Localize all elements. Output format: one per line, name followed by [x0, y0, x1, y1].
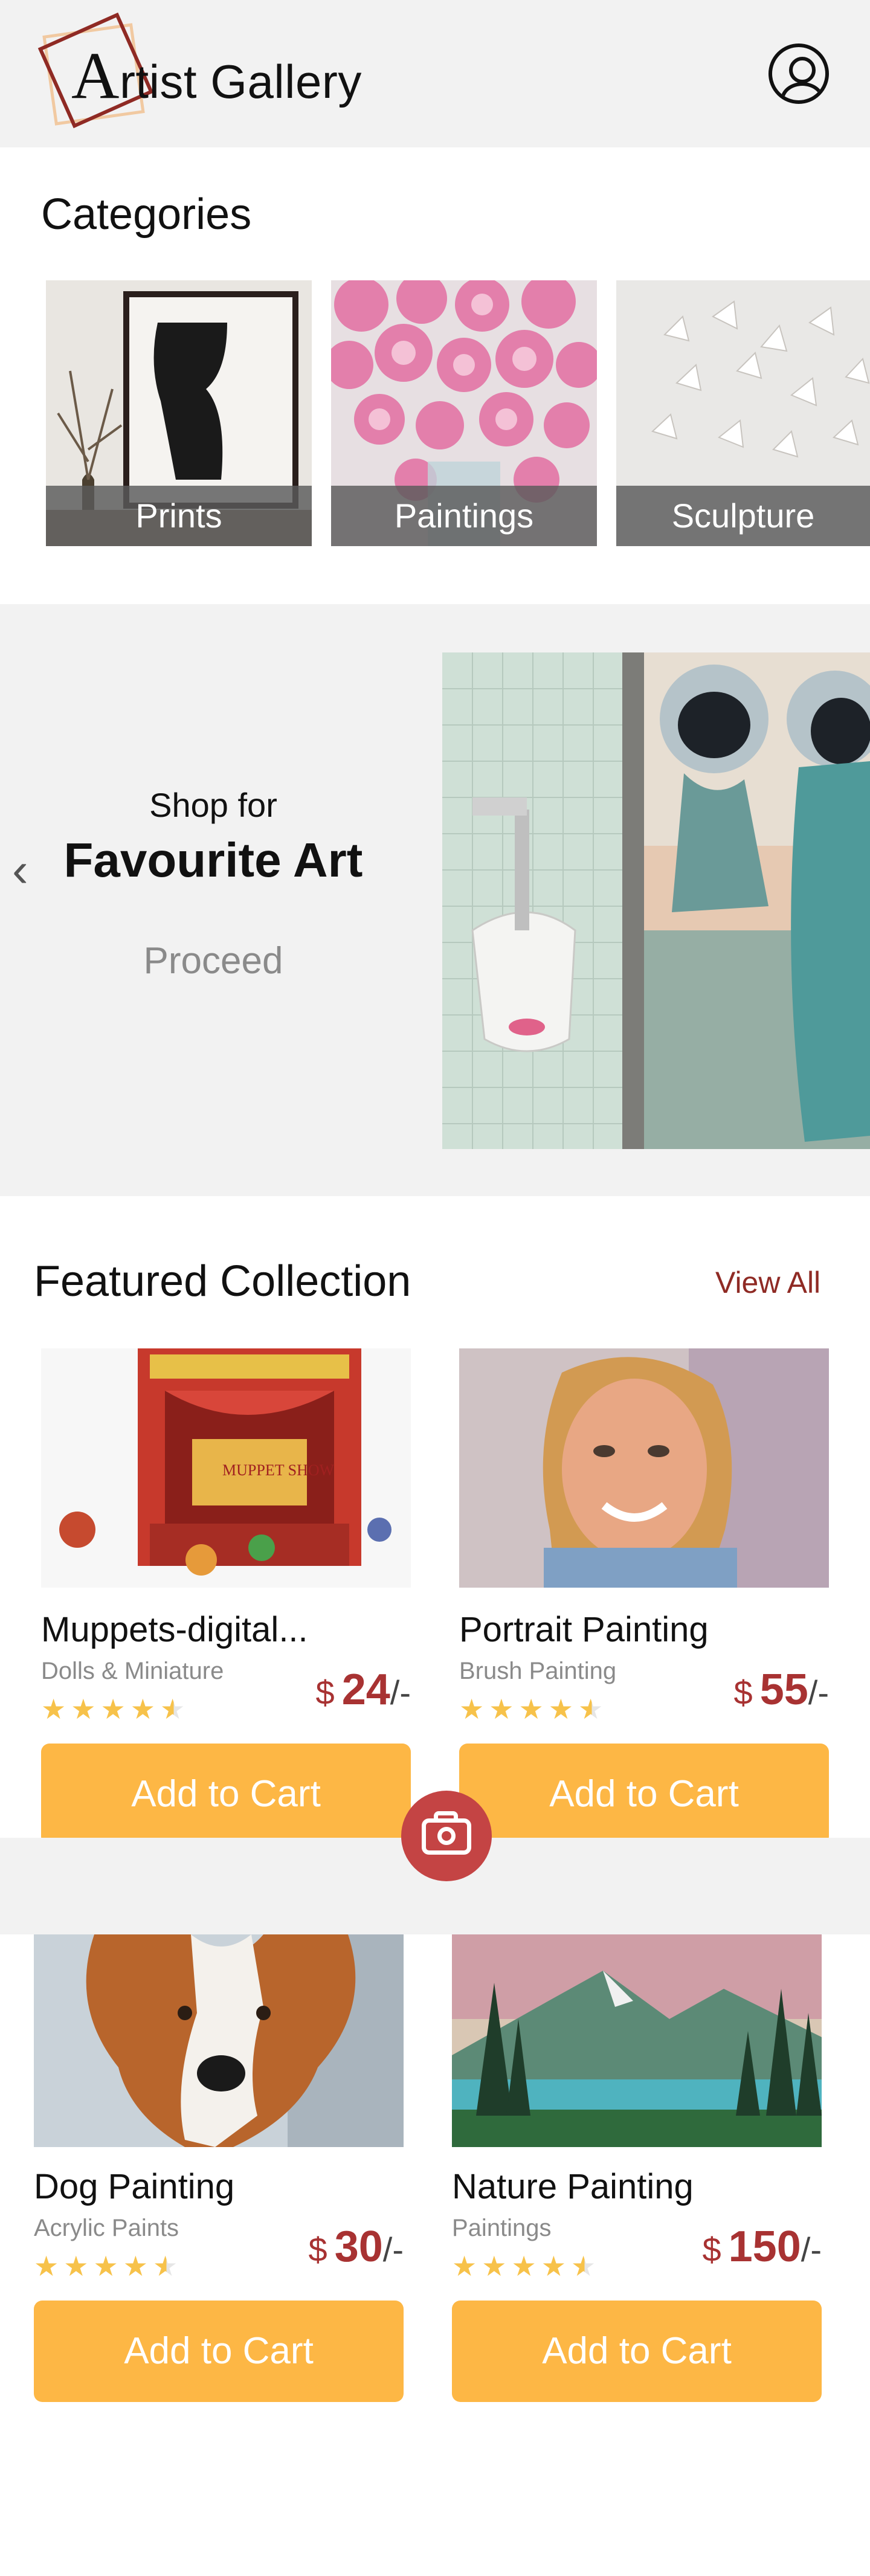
add-to-cart-button[interactable]: Add to Cart — [452, 2301, 822, 2402]
logo-name: rtist Gallery — [119, 55, 362, 108]
product-category: Acrylic Paints — [34, 2215, 179, 2241]
product-name[interactable]: Nature Painting — [452, 2166, 694, 2207]
product-image[interactable]: MUPPET SHOW — [41, 1348, 411, 1588]
star-icon: ★ — [130, 1693, 155, 1725]
star-icon: ★ — [482, 2250, 507, 2282]
logo-initial: A — [71, 39, 120, 112]
star-icon: ★ — [100, 1693, 126, 1725]
add-to-cart-button[interactable]: Add to Cart — [459, 1744, 829, 1845]
category-label: Paintings — [331, 486, 597, 546]
category-label: Sculpture — [616, 486, 870, 546]
star-icon: ★ — [459, 1693, 485, 1725]
half-star-icon: ★ — [571, 2250, 596, 2282]
proceed-link[interactable]: Proceed — [0, 939, 427, 982]
price-value: 24 — [341, 1666, 390, 1714]
product-price: $55/- — [684, 1665, 829, 1715]
product-name[interactable]: Portrait Painting — [459, 1609, 709, 1650]
product-price: $150/- — [677, 2222, 822, 2272]
product-image[interactable] — [34, 1934, 404, 2147]
add-to-cart-button[interactable]: Add to Cart — [41, 1744, 411, 1845]
price-currency: $ — [308, 2230, 327, 2268]
category-label: Prints — [46, 486, 312, 546]
rating-stars: ★ ★ ★ ★ ★ — [459, 1695, 603, 1723]
star-icon: ★ — [518, 1693, 544, 1725]
product-image[interactable] — [452, 1934, 822, 2147]
price-value: 55 — [759, 1666, 808, 1714]
star-icon: ★ — [541, 2250, 566, 2282]
rating-stars: ★ ★ ★ ★ ★ — [41, 1695, 185, 1723]
star-icon: ★ — [41, 1693, 66, 1725]
category-card-prints[interactable]: Prints — [46, 280, 312, 546]
half-star-icon: ★ — [578, 1693, 604, 1725]
product-category: Paintings — [452, 2215, 552, 2241]
price-suffix: /- — [808, 1673, 829, 1711]
rating-stars: ★ ★ ★ ★ ★ — [34, 2252, 178, 2280]
price-value: 30 — [334, 2223, 383, 2271]
categories-title: Categories — [41, 190, 252, 239]
product-price: $30/- — [259, 2222, 404, 2272]
camera-button[interactable] — [401, 1791, 492, 1881]
star-icon: ★ — [93, 2250, 118, 2282]
star-icon: ★ — [548, 1693, 573, 1725]
product-name[interactable]: Muppets-digital... — [41, 1609, 308, 1650]
rating-stars: ★ ★ ★ ★ ★ — [452, 2252, 596, 2280]
star-icon: ★ — [63, 2250, 89, 2282]
star-icon: ★ — [452, 2250, 477, 2282]
view-all-link[interactable]: View All — [715, 1265, 820, 1300]
add-to-cart-button[interactable]: Add to Cart — [34, 2301, 404, 2402]
featured-title: Featured Collection — [34, 1257, 411, 1306]
star-icon: ★ — [71, 1693, 96, 1725]
promo-subtitle: Shop for — [149, 786, 277, 824]
star-icon: ★ — [511, 2250, 536, 2282]
product-category: Dolls & Miniature — [41, 1658, 224, 1684]
price-suffix: /- — [801, 2230, 822, 2268]
product-category: Brush Painting — [459, 1658, 617, 1684]
half-star-icon: ★ — [160, 1693, 185, 1725]
price-suffix: /- — [382, 2230, 404, 2268]
product-price: $24/- — [266, 1665, 411, 1715]
category-card-sculpture[interactable]: Sculpture — [616, 280, 870, 546]
product-name[interactable]: Dog Painting — [34, 2166, 234, 2207]
price-currency: $ — [702, 2230, 721, 2268]
half-star-icon: ★ — [153, 2250, 178, 2282]
app-logo[interactable]: Artist Gallery — [71, 37, 362, 114]
price-currency: $ — [315, 1673, 335, 1711]
user-circle-icon[interactable] — [768, 43, 829, 104]
promo-title: Favourite Art — [63, 833, 363, 887]
star-icon: ★ — [34, 2250, 59, 2282]
category-card-paintings[interactable]: Paintings — [331, 280, 597, 546]
price-suffix: /- — [390, 1673, 411, 1711]
price-value: 150 — [728, 2223, 801, 2271]
price-currency: $ — [733, 1673, 753, 1711]
star-icon: ★ — [123, 2250, 148, 2282]
product-image[interactable] — [459, 1348, 829, 1588]
star-icon: ★ — [489, 1693, 514, 1725]
svg-text:MUPPET SHOW: MUPPET SHOW — [222, 1461, 335, 1479]
promo-artwork-image — [442, 652, 870, 1149]
